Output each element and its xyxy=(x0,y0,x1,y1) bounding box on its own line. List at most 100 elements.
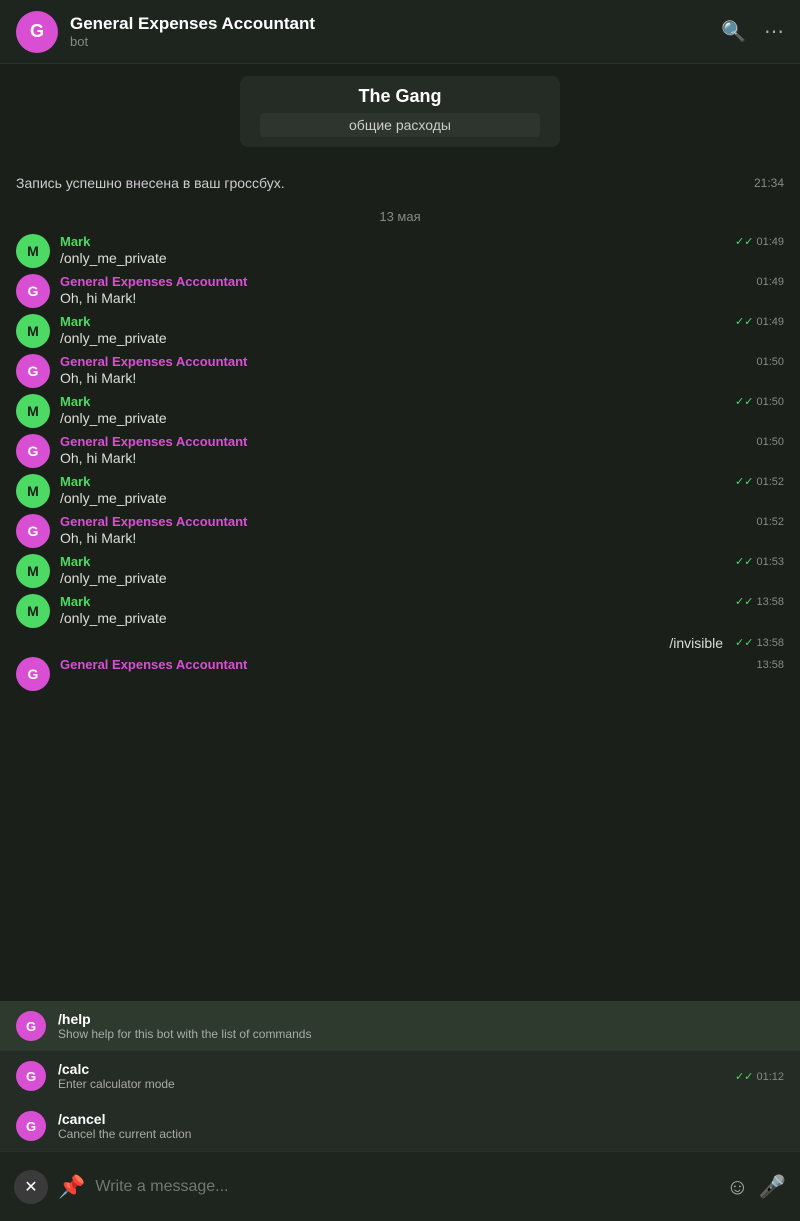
close-button[interactable]: ✕ xyxy=(14,1170,48,1204)
date-separator: 13 мая xyxy=(16,209,784,224)
message-time: ✓✓ 01:49 xyxy=(735,315,784,328)
group-name: The Gang xyxy=(260,86,540,107)
avatar: M xyxy=(16,554,50,588)
sender-name: Mark xyxy=(60,234,90,249)
group-subname: общие расходы xyxy=(260,113,540,137)
avatar: M xyxy=(16,234,50,268)
sender-name: Mark xyxy=(60,554,90,569)
avatar: G xyxy=(16,657,50,691)
message-time: ✓✓ 01:50 xyxy=(735,395,784,408)
message-row: G General Expenses Accountant 01:50 Oh, … xyxy=(16,354,784,388)
avatar: G xyxy=(16,274,50,308)
message-text: /only_me_private xyxy=(60,610,784,626)
sender-name: Mark xyxy=(60,474,90,489)
message-content: Mark ✓✓ 01:52 /only_me_private xyxy=(60,474,784,506)
avatar: G xyxy=(16,434,50,468)
message-row: M Mark ✓✓ 13:58 /only_me_private xyxy=(16,594,784,628)
message-content: Mark ✓✓ 01:49 /only_me_private xyxy=(60,314,784,346)
message-time: 01:49 xyxy=(756,276,784,288)
header-title: General Expenses Accountant xyxy=(70,14,721,34)
sender-name: General Expenses Accountant xyxy=(60,354,247,369)
command-desc: Cancel the current action xyxy=(58,1127,784,1141)
header-subtitle: bot xyxy=(70,34,721,49)
message-content: General Expenses Accountant 01:50 Oh, hi… xyxy=(60,354,784,386)
command-name: /calc xyxy=(58,1061,723,1077)
message-row: M Mark ✓✓ 01:52 /only_me_private xyxy=(16,474,784,508)
message-content: Mark ✓✓ 01:49 /only_me_private xyxy=(60,234,784,266)
message-text: Oh, hi Mark! xyxy=(60,450,784,466)
bottom-bar: ✕ 📌 ☺ 🎤 xyxy=(0,1151,800,1221)
message-content: Mark ✓✓ 13:58 /only_me_private xyxy=(60,594,784,626)
message-time: ✓✓ 01:53 xyxy=(735,555,784,568)
message-row: M Mark ✓✓ 01:49 /only_me_private xyxy=(16,234,784,268)
message-content: General Expenses Accountant 01:52 Oh, hi… xyxy=(60,514,784,546)
emoji-icon[interactable]: ☺ xyxy=(726,1174,748,1200)
message-time: 01:52 xyxy=(756,516,784,528)
message-row: M Mark ✓✓ 01:50 /only_me_private xyxy=(16,394,784,428)
attach-icon[interactable]: 📌 xyxy=(58,1174,85,1200)
search-icon[interactable]: 🔍 xyxy=(721,19,746,44)
message-time: 13:58 xyxy=(756,659,784,671)
command-avatar: G xyxy=(16,1061,46,1091)
sender-name: Mark xyxy=(60,594,90,609)
message-content: General Expenses Accountant 01:50 Oh, hi… xyxy=(60,434,784,466)
message-text: Oh, hi Mark! xyxy=(60,290,784,306)
message-row-right: /invisible ✓✓ 13:58 xyxy=(16,634,784,651)
chat-area: The Gang общие расходы Запись успешно вн… xyxy=(0,64,800,1151)
message-time: ✓✓ 13:58 xyxy=(735,636,784,649)
message-content: Mark ✓✓ 01:53 /only_me_private xyxy=(60,554,784,586)
command-name: /cancel xyxy=(58,1111,784,1127)
message-input[interactable] xyxy=(95,1178,716,1196)
message-content: /invisible ✓✓ 13:58 xyxy=(669,634,784,651)
message-row: M Mark ✓✓ 01:53 /only_me_private xyxy=(16,554,784,588)
message-text: /invisible xyxy=(669,635,723,651)
message-text: Oh, hi Mark! xyxy=(60,530,784,546)
sender-name: General Expenses Accountant xyxy=(60,274,247,289)
system-message: Запись успешно внесена в ваш гроссбух. 2… xyxy=(16,167,784,199)
command-time: ✓✓ 01:12 xyxy=(735,1070,784,1083)
avatar: M xyxy=(16,314,50,348)
command-item-cancel[interactable]: G /cancel Cancel the current action xyxy=(0,1101,800,1151)
command-desc: Enter calculator mode xyxy=(58,1077,723,1091)
command-text: /help Show help for this bot with the li… xyxy=(58,1011,784,1041)
group-card: The Gang общие расходы xyxy=(240,76,560,147)
mic-icon[interactable]: 🎤 xyxy=(759,1174,786,1200)
message-time: ✓✓ 13:58 xyxy=(735,595,784,608)
message-time: ✓✓ 01:52 xyxy=(735,475,784,488)
command-text: /calc Enter calculator mode xyxy=(58,1061,723,1091)
command-name: /help xyxy=(58,1011,784,1027)
sender-name: General Expenses Accountant xyxy=(60,657,247,672)
message-text: /only_me_private xyxy=(60,490,784,506)
message-text: Oh, hi Mark! xyxy=(60,370,784,386)
avatar: G xyxy=(16,354,50,388)
command-avatar: G xyxy=(16,1111,46,1141)
message-row: G General Expenses Accountant 01:50 Oh, … xyxy=(16,434,784,468)
message-content: General Expenses Accountant 13:58 xyxy=(60,657,784,673)
message-row: G General Expenses Accountant 13:58 xyxy=(16,657,784,691)
avatar: M xyxy=(16,594,50,628)
command-text: /cancel Cancel the current action xyxy=(58,1111,784,1141)
sender-name: General Expenses Accountant xyxy=(60,434,247,449)
header-info: General Expenses Accountant bot xyxy=(70,14,721,49)
message-content: General Expenses Accountant 01:49 Oh, hi… xyxy=(60,274,784,306)
header-avatar: G xyxy=(16,11,58,53)
message-row: M Mark ✓✓ 01:49 /only_me_private xyxy=(16,314,784,348)
message-text: /only_me_private xyxy=(60,410,784,426)
chat-header: G General Expenses Accountant bot 🔍 ⋯ xyxy=(0,0,800,64)
system-message-time: 21:34 xyxy=(754,176,784,190)
command-item-calc[interactable]: G /calc Enter calculator mode ✓✓ 01:12 xyxy=(0,1051,800,1101)
message-text: /only_me_private xyxy=(60,570,784,586)
command-item-help[interactable]: G /help Show help for this bot with the … xyxy=(0,1001,800,1051)
sender-name: Mark xyxy=(60,394,90,409)
command-dropdown: G /help Show help for this bot with the … xyxy=(0,1001,800,1151)
header-icons: 🔍 ⋯ xyxy=(721,19,784,44)
avatar: M xyxy=(16,474,50,508)
message-row: G General Expenses Accountant 01:52 Oh, … xyxy=(16,514,784,548)
message-time: ✓✓ 01:49 xyxy=(735,235,784,248)
message-content: Mark ✓✓ 01:50 /only_me_private xyxy=(60,394,784,426)
message-time: 01:50 xyxy=(756,436,784,448)
message-time: 01:50 xyxy=(756,356,784,368)
sender-name: General Expenses Accountant xyxy=(60,514,247,529)
more-icon[interactable]: ⋯ xyxy=(764,19,784,44)
avatar: G xyxy=(16,514,50,548)
